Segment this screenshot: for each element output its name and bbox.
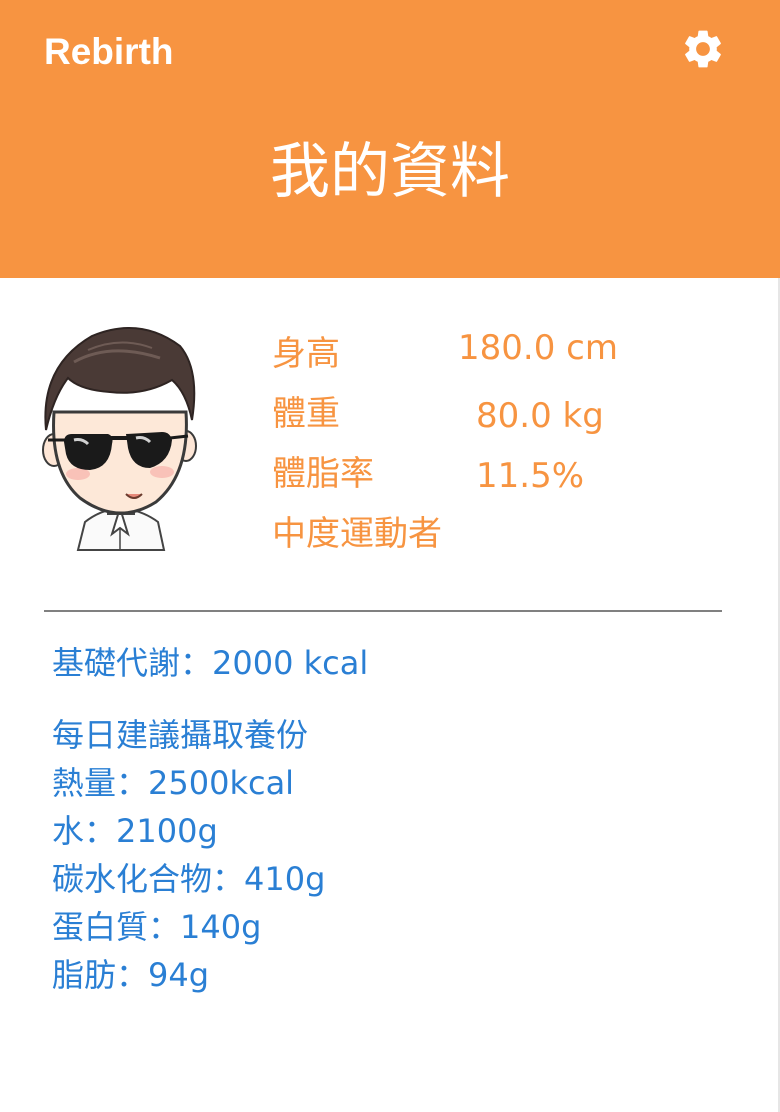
bmr-text: 基礎代謝：2000 kcal: [52, 644, 369, 682]
height-label: 身高: [272, 334, 340, 374]
fat-text: 脂肪：94g: [52, 956, 210, 994]
weight-label: 體重: [272, 394, 340, 434]
carbs-text: 碳水化合物：410g: [52, 860, 326, 898]
weight-value: 80.0 kg: [476, 396, 604, 436]
settings-button[interactable]: [680, 26, 726, 72]
body-fat-value: 11.5%: [476, 456, 585, 496]
gear-icon: [685, 30, 721, 68]
activity-level: 中度運動者: [272, 514, 442, 554]
daily-intake-title: 每日建議攝取養份: [52, 716, 309, 754]
body-fat-label: 體脂率: [272, 454, 374, 494]
height-value: 180.0 cm: [458, 328, 618, 368]
section-divider: [44, 610, 722, 612]
app-name: Rebirth: [44, 31, 174, 72]
protein-text: 蛋白質：140g: [52, 908, 262, 946]
app-header: Rebirth 我的資料: [0, 0, 780, 278]
calories-text: 熱量：2500kcal: [52, 764, 295, 802]
avatar-icon: [42, 327, 197, 551]
page-title: 我的資料: [270, 137, 510, 207]
water-text: 水：2100g: [52, 812, 218, 850]
